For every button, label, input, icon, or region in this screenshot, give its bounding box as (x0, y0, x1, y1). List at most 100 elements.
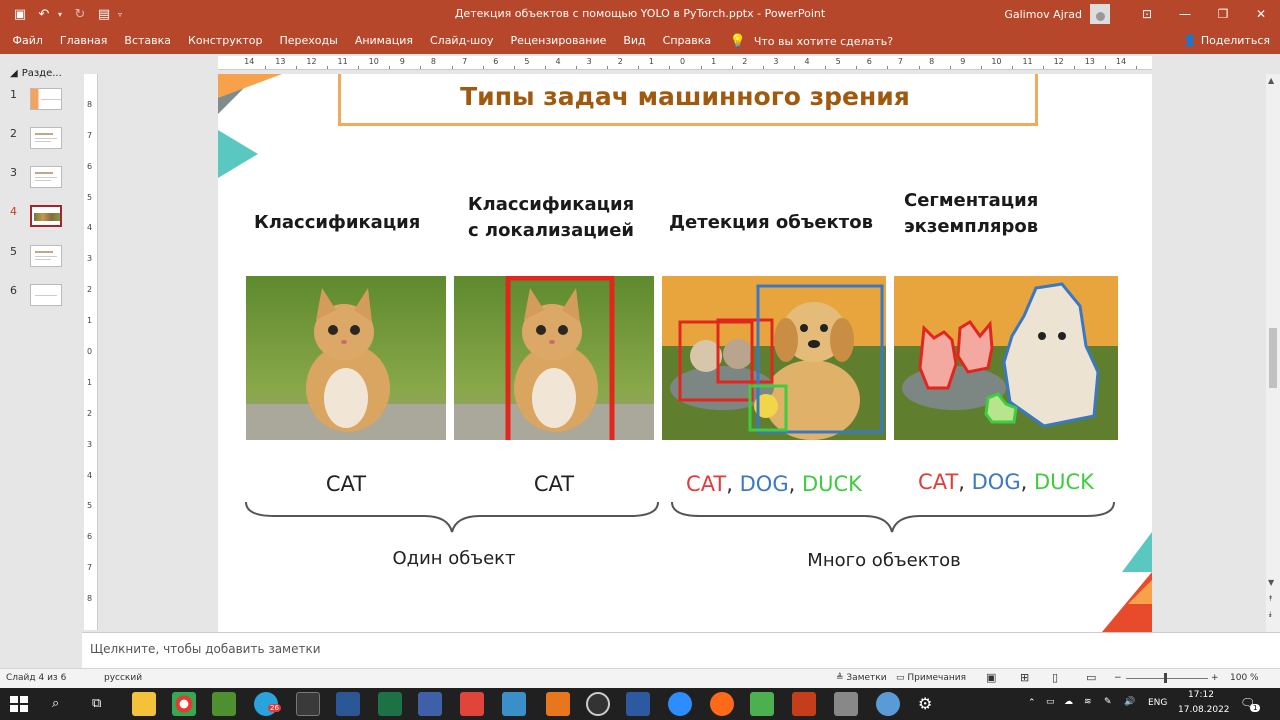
zoom-slider[interactable] (1126, 678, 1208, 679)
tab-view[interactable]: Вид (615, 28, 654, 54)
word-icon[interactable] (336, 692, 360, 716)
section-header[interactable]: ◢ Разде... (10, 68, 62, 79)
restore-button[interactable]: ❐ (1204, 0, 1242, 28)
tab-transitions[interactable]: Переходы (271, 28, 346, 54)
tab-slideshow[interactable]: Слайд-шоу (421, 28, 501, 54)
start-button[interactable] (10, 696, 28, 712)
zoom-icon[interactable] (668, 692, 692, 716)
ruler-tick (576, 66, 578, 69)
obs-icon[interactable] (586, 692, 610, 716)
ruler-number: 4 (804, 57, 810, 66)
clock-time[interactable]: 17:12 (1188, 690, 1214, 700)
present-icon[interactable]: ▤ (94, 4, 114, 24)
clock-date[interactable]: 17.08.2022 (1178, 705, 1230, 715)
thumbnail-row-1[interactable]: 1 (0, 88, 82, 118)
firefox-icon[interactable] (710, 692, 734, 716)
slide-thumbnail-2[interactable] (30, 127, 62, 149)
customize-qat-icon[interactable]: ▿ (118, 10, 126, 19)
minimize-button[interactable]: — (1166, 0, 1204, 28)
save-icon[interactable]: ▣ (10, 4, 30, 24)
thumbnail-row-3[interactable]: 3 (0, 166, 82, 196)
tab-animations[interactable]: Анимация (346, 28, 421, 54)
tab-design[interactable]: Конструктор (180, 28, 271, 54)
tab-help[interactable]: Справка (654, 28, 719, 54)
scroll-thumb[interactable] (1269, 328, 1277, 388)
volume-icon[interactable]: 🔊 (1124, 697, 1135, 707)
thumbnail-row-2[interactable]: 2 (0, 127, 82, 157)
ribbon-display-options-icon[interactable]: ⊡ (1128, 0, 1166, 28)
tell-me-box[interactable]: 💡 Что вы хотите сделать? (730, 34, 893, 49)
comments-toggle[interactable]: ▭ Примечания (896, 673, 966, 683)
chrome-icon[interactable] (172, 692, 196, 716)
app-icon[interactable] (418, 692, 442, 716)
notes-pane[interactable]: Щелкните, чтобы добавить заметки (82, 632, 1280, 668)
zoom-out-icon[interactable]: − (1114, 673, 1122, 683)
tray-expand-icon[interactable]: ⌃ (1028, 698, 1036, 708)
ruler-number: 3 (773, 57, 779, 66)
undo-icon[interactable]: ↶ (34, 4, 54, 24)
tab-file[interactable]: Файл (4, 28, 51, 54)
powerpoint-icon[interactable] (792, 692, 816, 716)
next-slide-icon[interactable]: ⯯ (1268, 610, 1273, 620)
pen-icon[interactable]: ✎ (1104, 697, 1112, 707)
zoom-in-icon[interactable]: + (1211, 673, 1219, 683)
notes-placeholder[interactable]: Щелкните, чтобы добавить заметки (90, 642, 321, 656)
tab-home[interactable]: Главная (51, 28, 116, 54)
undo-dropdown-icon[interactable]: ▾ (58, 10, 66, 19)
cloud-icon[interactable]: ☁ (1064, 697, 1073, 707)
vertical-scrollbar[interactable]: ▲ ▼ ⯭ ⯯ (1266, 74, 1280, 632)
slide-canvas[interactable]: Типы задач машинного зрения Классификаци… (218, 74, 1152, 632)
input-language[interactable]: ENG (1148, 698, 1167, 708)
zoom-slider-thumb[interactable] (1164, 673, 1167, 683)
ruler-number: 11 (337, 57, 348, 66)
language-indicator[interactable]: русский (104, 673, 142, 683)
scroll-down-icon[interactable]: ▼ (1268, 578, 1274, 587)
app-icon[interactable] (546, 692, 570, 716)
settings-icon[interactable]: ⚙ (918, 694, 932, 713)
close-button[interactable]: ✕ (1242, 0, 1280, 28)
search-icon[interactable]: ⌕ (52, 696, 59, 711)
reading-view-icon[interactable]: ▯ (1052, 671, 1058, 684)
normal-view-icon[interactable]: ▣ (986, 671, 996, 684)
slide-sorter-icon[interactable]: ⊞ (1020, 671, 1029, 684)
ruler-tick (918, 66, 920, 69)
slide-picture[interactable]: Классификация Классификация с локализаци… (234, 182, 1122, 573)
battery-icon[interactable]: ▭ (1046, 697, 1055, 707)
app-icon[interactable] (502, 692, 526, 716)
app-icon[interactable] (378, 692, 402, 716)
avatar[interactable] (1090, 4, 1110, 24)
network-app-icon[interactable] (626, 692, 650, 716)
wifi-icon[interactable]: ≋ (1084, 697, 1092, 707)
tab-review[interactable]: Рецензирование (502, 28, 615, 54)
slideshow-icon[interactable]: ▭ (1086, 671, 1096, 684)
terminal-icon[interactable] (296, 692, 320, 716)
redo-icon[interactable]: ↻ (70, 4, 90, 24)
slide-thumbnail-6[interactable] (30, 284, 62, 306)
notes-toggle[interactable]: ≜ Заметки (836, 673, 887, 683)
slide-thumbnail-4[interactable] (30, 205, 62, 227)
user-name[interactable]: Galimov Ajrad (1004, 8, 1082, 21)
zoom-level[interactable]: 100 % (1230, 673, 1259, 683)
ruler-tick (544, 66, 546, 69)
title-bar: ▣ ↶ ▾ ↻ ▤ ▿ Детекция объектов с помощью … (0, 0, 1280, 28)
share-button[interactable]: 👤 Поделиться (1183, 28, 1270, 54)
ruler-tick (1043, 66, 1045, 69)
app-icon[interactable] (834, 692, 858, 716)
thumbnail-row-6[interactable]: 6 (0, 284, 82, 314)
slide-thumbnail-5[interactable] (30, 245, 62, 267)
slide-thumbnail-3[interactable] (30, 166, 62, 188)
slide-thumbnail-1[interactable] (30, 88, 62, 110)
app-icon[interactable] (212, 692, 236, 716)
slide-title[interactable]: Типы задач машинного зрения (218, 82, 1152, 111)
app-icon[interactable] (876, 692, 900, 716)
app-icon[interactable] (750, 692, 774, 716)
task-view-icon[interactable]: ⧉ (92, 696, 101, 711)
label-separator: , (958, 470, 972, 494)
previous-slide-icon[interactable]: ⯭ (1268, 594, 1273, 604)
thumbnail-row-5[interactable]: 5 (0, 245, 82, 275)
anydesk-icon[interactable] (460, 692, 484, 716)
scroll-up-icon[interactable]: ▲ (1268, 76, 1274, 85)
thumbnail-row-4[interactable]: 4 (0, 205, 82, 235)
tab-insert[interactable]: Вставка (116, 28, 180, 54)
file-explorer-icon[interactable] (132, 692, 156, 716)
